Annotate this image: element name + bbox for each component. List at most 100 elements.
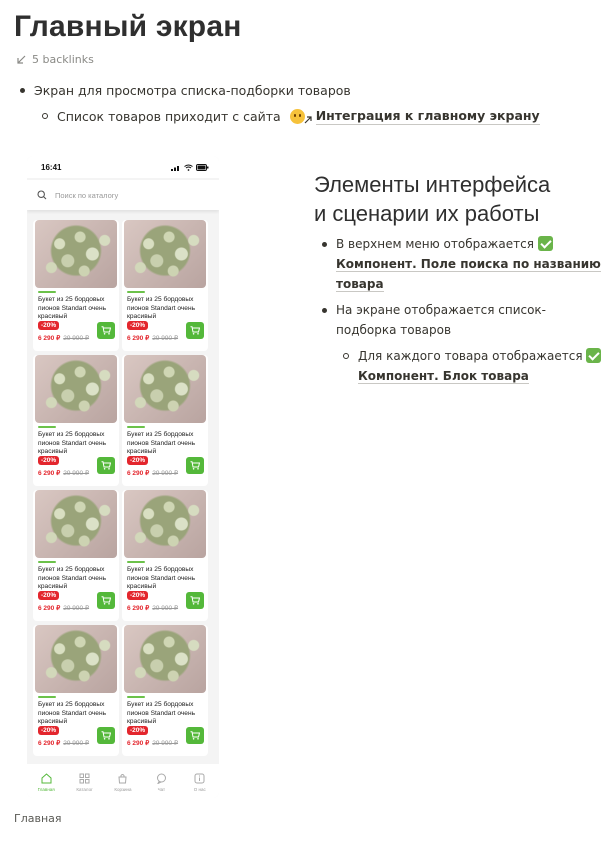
product-image bbox=[124, 355, 206, 423]
bullet-circle-icon bbox=[42, 113, 48, 119]
tab-label: Каталог bbox=[76, 786, 93, 792]
product-card[interactable]: Букет из 25 бордовых пионов Standart оче… bbox=[122, 220, 208, 351]
discount-badge: -20% bbox=[127, 726, 149, 735]
old-price: 29 990 ₽ bbox=[63, 605, 90, 612]
current-price: 6 290 ₽ bbox=[38, 605, 61, 612]
old-price: 29 990 ₽ bbox=[152, 470, 179, 477]
catalog-icon bbox=[79, 773, 90, 783]
cart-icon bbox=[101, 731, 111, 740]
product-image bbox=[35, 355, 117, 423]
tab-about[interactable]: О нас bbox=[185, 773, 215, 792]
integration-link[interactable]: Интеграция к главному экрану bbox=[289, 108, 540, 125]
divider bbox=[38, 561, 56, 563]
product-card[interactable]: Букет из 25 бордовых пионов Standart оче… bbox=[33, 490, 119, 621]
current-price: 6 290 ₽ bbox=[38, 335, 61, 342]
tab-label: Чат bbox=[157, 786, 166, 792]
add-to-cart-button[interactable] bbox=[97, 592, 115, 609]
divider bbox=[38, 291, 56, 293]
add-to-cart-button[interactable] bbox=[97, 727, 115, 744]
old-price: 29 990 ₽ bbox=[152, 335, 179, 342]
cart-icon bbox=[190, 326, 200, 335]
current-price: 6 290 ₽ bbox=[127, 740, 150, 747]
product-title: Букет из 25 бордовых пионов Standart оче… bbox=[38, 701, 107, 725]
product-card[interactable]: Букет из 25 бордовых пионов Standart оче… bbox=[33, 220, 119, 351]
chat-icon bbox=[156, 773, 166, 784]
wifi-icon bbox=[184, 164, 193, 171]
product-price: 6 290 ₽29 990 ₽ bbox=[38, 334, 89, 342]
smiley-emoji-icon bbox=[289, 108, 305, 124]
product-card[interactable]: Букет из 25 бордовых пионов Standart оче… bbox=[33, 625, 119, 756]
add-to-cart-button[interactable] bbox=[186, 592, 204, 609]
status-bar: 16:41 bbox=[27, 156, 219, 178]
cart-icon bbox=[101, 326, 111, 335]
status-time: 16:41 bbox=[41, 162, 62, 172]
product-price: 6 290 ₽29 990 ₽ bbox=[38, 469, 89, 477]
bullet-icon bbox=[20, 87, 25, 93]
old-price: 29 990 ₽ bbox=[152, 740, 179, 747]
product-block-component-link[interactable]: Компонент. Блок товара bbox=[358, 369, 529, 384]
product-title: Букет из 25 бордовых пионов Standart оче… bbox=[38, 431, 107, 455]
product-image bbox=[35, 625, 117, 693]
old-price: 29 990 ₽ bbox=[63, 335, 90, 342]
tab-chat[interactable]: Чат bbox=[146, 773, 176, 792]
product-card[interactable]: Букет из 25 бордовых пионов Standart оче… bbox=[122, 490, 208, 621]
item-text: Для каждого товара отображается bbox=[358, 349, 583, 363]
current-price: 6 290 ₽ bbox=[127, 605, 150, 612]
interface-elements-section: Элементы интерфейса и сценарии их работы… bbox=[314, 170, 604, 386]
add-to-cart-button[interactable] bbox=[186, 457, 204, 474]
bullet-text: Экран для просмотра списка-подборки това… bbox=[34, 82, 351, 98]
divider bbox=[127, 561, 145, 563]
divider bbox=[127, 291, 145, 293]
checkmark-emoji-icon bbox=[537, 236, 553, 251]
product-card[interactable]: Букет из 25 бордовых пионов Standart оче… bbox=[33, 355, 119, 486]
cart-icon bbox=[101, 596, 111, 605]
search-placeholder: Поиск по каталогу bbox=[55, 190, 119, 200]
add-to-cart-button[interactable] bbox=[97, 322, 115, 339]
divider bbox=[127, 426, 145, 428]
cart-icon bbox=[118, 773, 128, 783]
product-card[interactable]: Букет из 25 бордовых пионов Standart оче… bbox=[122, 625, 208, 756]
search-component-link[interactable]: Компонент. Поле поиска по названию товар… bbox=[336, 257, 601, 292]
bullet-icon bbox=[322, 242, 327, 247]
divider bbox=[38, 426, 56, 428]
product-price: 6 290 ₽29 990 ₽ bbox=[127, 334, 178, 342]
product-title: Букет из 25 бордовых пионов Standart оче… bbox=[38, 566, 107, 590]
product-image bbox=[35, 490, 117, 558]
link-arrow-icon bbox=[304, 116, 312, 124]
add-to-cart-button[interactable] bbox=[97, 457, 115, 474]
info-icon bbox=[194, 773, 205, 783]
discount-badge: -20% bbox=[38, 726, 60, 735]
tab-home[interactable]: Главная bbox=[31, 772, 61, 792]
image-caption: Главная bbox=[14, 812, 62, 825]
list-item: Экран для просмотра списка-подборки това… bbox=[20, 80, 540, 100]
tab-cart[interactable]: Корзина bbox=[108, 773, 138, 792]
current-price: 6 290 ₽ bbox=[38, 470, 61, 477]
divider bbox=[38, 696, 56, 698]
bullet-icon bbox=[322, 308, 327, 313]
backlinks-link[interactable]: 5 backlinks bbox=[16, 53, 94, 66]
tab-catalog[interactable]: Каталог bbox=[70, 773, 100, 792]
current-price: 6 290 ₽ bbox=[127, 335, 150, 342]
item-text: В верхнем меню отображается bbox=[336, 237, 534, 251]
product-price: 6 290 ₽29 990 ₽ bbox=[38, 604, 89, 612]
current-price: 6 290 ₽ bbox=[38, 740, 61, 747]
add-to-cart-button[interactable] bbox=[186, 322, 204, 339]
discount-badge: -20% bbox=[127, 456, 149, 465]
tab-label: Главная bbox=[37, 786, 55, 792]
add-to-cart-button[interactable] bbox=[186, 727, 204, 744]
discount-badge: -20% bbox=[127, 591, 149, 600]
status-icons bbox=[171, 163, 209, 171]
product-price: 6 290 ₽29 990 ₽ bbox=[127, 469, 178, 477]
divider bbox=[127, 696, 145, 698]
search-field[interactable]: Поиск по каталогу bbox=[27, 180, 219, 210]
bottom-tab-bar: Главная Каталог Корзина Чат О нас bbox=[27, 764, 219, 798]
product-image bbox=[124, 490, 206, 558]
product-price: 6 290 ₽29 990 ₽ bbox=[38, 739, 89, 747]
old-price: 29 990 ₽ bbox=[63, 740, 90, 747]
product-card[interactable]: Букет из 25 бордовых пионов Standart оче… bbox=[122, 355, 208, 486]
description-list: Экран для просмотра списка-подборки това… bbox=[20, 80, 540, 128]
product-price: 6 290 ₽29 990 ₽ bbox=[127, 604, 178, 612]
elements-list: В верхнем меню отображается Компонент. П… bbox=[314, 234, 604, 386]
discount-badge: -20% bbox=[38, 591, 60, 600]
list-item: На экране отображается список-подборка т… bbox=[314, 300, 604, 340]
